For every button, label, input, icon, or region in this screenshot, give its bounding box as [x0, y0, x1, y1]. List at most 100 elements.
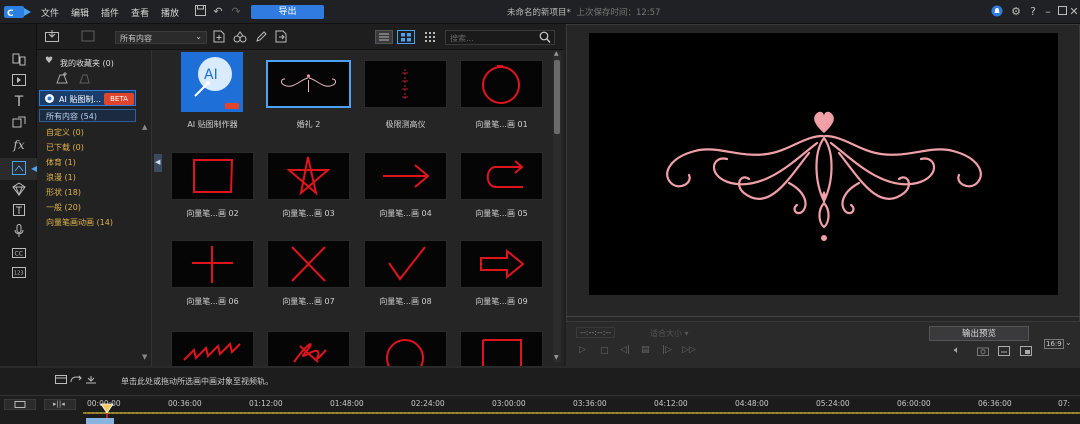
- library-item-vector-stroke-06[interactable]: [171, 240, 254, 288]
- chapter-room-icon[interactable]: 123: [11, 266, 27, 282]
- category-general[interactable]: 一般 (20): [46, 202, 81, 213]
- library-search-box[interactable]: 搜索...: [445, 30, 555, 45]
- library-item-vector-stroke-09[interactable]: [460, 240, 543, 288]
- red-scribble-icon: [293, 343, 327, 363]
- library-item-ai-sticker-maker[interactable]: AI: [181, 52, 243, 112]
- menu-plugins[interactable]: 插件: [101, 6, 119, 19]
- search-input[interactable]: 搜索...: [450, 33, 474, 44]
- notification-icon[interactable]: [990, 5, 1004, 19]
- pip-object-room-icon[interactable]: [11, 161, 27, 177]
- media-room-icon[interactable]: [11, 52, 27, 68]
- scrollbar-thumb[interactable]: [554, 60, 560, 134]
- storyboard-view-button[interactable]: ▸||◂: [44, 399, 76, 410]
- large-thumbnail-view-icon[interactable]: [397, 30, 415, 44]
- export-clip-icon[interactable]: [275, 30, 287, 45]
- all-content-nav-item[interactable]: 所有内容 (54): [39, 109, 136, 122]
- new-sticker-icon[interactable]: [213, 30, 225, 45]
- library-item-vector-stroke-07[interactable]: [267, 240, 350, 288]
- scroll-down-arrow-icon[interactable]: ▼: [142, 353, 147, 361]
- category-custom[interactable]: 自定义 (0): [46, 127, 84, 138]
- category-sports[interactable]: 体育 (1): [46, 157, 76, 168]
- template-room-icon[interactable]: [11, 74, 27, 90]
- camera-snapshot-icon[interactable]: [977, 346, 989, 358]
- search-icon[interactable]: [539, 31, 551, 46]
- list-view-icon[interactable]: [375, 30, 393, 44]
- remove-tag-icon[interactable]: [77, 71, 91, 87]
- next-frame-icon[interactable]: |▷: [662, 345, 672, 355]
- timecode-display[interactable]: --:--:--:--: [576, 327, 616, 338]
- scroll-up-icon[interactable]: ▲: [554, 50, 559, 57]
- settings-gear-icon[interactable]: ⚙: [1009, 5, 1023, 19]
- stop-icon[interactable]: □: [600, 346, 609, 356]
- library-item-vector-stroke-01[interactable]: [460, 60, 543, 108]
- export-button[interactable]: 导出: [251, 5, 324, 19]
- zoom-select[interactable]: 适合大小 ▾: [650, 328, 689, 339]
- output-preview-button[interactable]: 输出预览: [929, 326, 1029, 341]
- category-vector-stroke-animation[interactable]: 向量笔画动画 (14): [46, 217, 113, 228]
- library-item-vector-stroke-13[interactable]: [460, 331, 543, 367]
- scroll-down-icon[interactable]: ▼: [554, 354, 559, 361]
- category-divider: [151, 50, 152, 366]
- fast-forward-icon[interactable]: ▷▷: [682, 345, 696, 355]
- library-item-altimeter[interactable]: [364, 60, 447, 108]
- category-romance[interactable]: 浪漫 (1): [46, 172, 76, 183]
- library-item-vector-stroke-08[interactable]: [364, 240, 447, 288]
- library-item-vector-stroke-11[interactable]: [267, 331, 350, 366]
- save-icon[interactable]: [193, 5, 207, 19]
- import-media-icon[interactable]: [45, 30, 59, 44]
- menu-playback[interactable]: 播放: [161, 6, 179, 19]
- timeline-clip[interactable]: [86, 418, 114, 424]
- sticker-designer-icon[interactable]: [233, 30, 247, 45]
- close-icon[interactable]: ✕: [1067, 5, 1080, 19]
- add-track-icon[interactable]: [85, 375, 97, 386]
- undo-icon[interactable]: ↶: [211, 5, 225, 19]
- subtitle-preview-icon[interactable]: [998, 346, 1010, 358]
- library-item-vector-stroke-03[interactable]: [267, 152, 350, 200]
- voice-record-microphone-icon[interactable]: [11, 224, 27, 240]
- undock-window-icon[interactable]: [1020, 346, 1032, 358]
- red-plus-icon: [192, 246, 233, 283]
- subtitle-room-icon[interactable]: CC: [11, 246, 27, 262]
- snapshot-marker-icon[interactable]: ▤: [641, 345, 650, 355]
- plugin-icon[interactable]: [81, 30, 95, 44]
- aspect-ratio-select[interactable]: 16:9: [1044, 339, 1064, 349]
- link-mode-icon[interactable]: [70, 375, 82, 386]
- splitter[interactable]: [0, 366, 1080, 368]
- favorites-item[interactable]: 我的收藏夹 (0): [60, 58, 114, 69]
- minimize-icon[interactable]: –: [1041, 5, 1055, 19]
- aspect-chevron-down-icon[interactable]: ⌄: [1065, 338, 1072, 347]
- add-tag-icon[interactable]: [55, 71, 69, 87]
- title-room-icon[interactable]: T: [11, 94, 27, 110]
- menu-edit[interactable]: 编辑: [71, 6, 89, 19]
- menu-view[interactable]: 查看: [131, 6, 149, 19]
- transition-room-icon[interactable]: [11, 116, 27, 132]
- help-icon[interactable]: ?: [1026, 5, 1040, 19]
- effects-fx-icon[interactable]: fx: [11, 137, 27, 153]
- content-filter-select[interactable]: 所有内容 ⌄: [115, 31, 207, 44]
- library-item-vector-stroke-12[interactable]: [364, 331, 447, 367]
- menu-file[interactable]: 文件: [41, 6, 59, 19]
- ruler-label-1: 00:36:00: [168, 399, 202, 408]
- library-item-vector-stroke-10[interactable]: [171, 331, 254, 366]
- track-manager-icon[interactable]: [55, 375, 67, 386]
- collapse-panel-toggle[interactable]: ◀: [154, 154, 162, 172]
- edit-pen-icon[interactable]: [255, 30, 267, 45]
- play-icon[interactable]: ▷: [579, 345, 586, 355]
- library-scrollbar[interactable]: ▲ ▼: [553, 50, 561, 362]
- particle-room-icon[interactable]: [11, 182, 27, 198]
- category-shapes[interactable]: 形状 (18): [46, 187, 81, 198]
- category-downloaded[interactable]: 已下载 (0): [46, 142, 84, 153]
- library-item-wedding-2[interactable]: [266, 60, 351, 108]
- timeline-view-button[interactable]: [4, 399, 36, 410]
- library-item-vector-stroke-04[interactable]: [364, 152, 447, 200]
- library-item-vector-stroke-05[interactable]: [460, 152, 543, 200]
- title-designer-icon[interactable]: [11, 204, 27, 220]
- volume-icon[interactable]: 🔈︎: [954, 345, 960, 356]
- preview-canvas[interactable]: [589, 33, 1058, 295]
- library-panel: 所有内容 ⌄ 搜索... ♥ 我的收藏夹 (0) AI 贴图制... BETA …: [37, 24, 564, 367]
- redo-icon[interactable]: ↷: [229, 5, 243, 19]
- scroll-up-arrow-icon[interactable]: ▲: [142, 123, 147, 131]
- small-thumbnail-view-icon[interactable]: [424, 32, 436, 44]
- library-item-vector-stroke-02[interactable]: [171, 152, 254, 200]
- previous-frame-icon[interactable]: ◁|: [620, 345, 630, 355]
